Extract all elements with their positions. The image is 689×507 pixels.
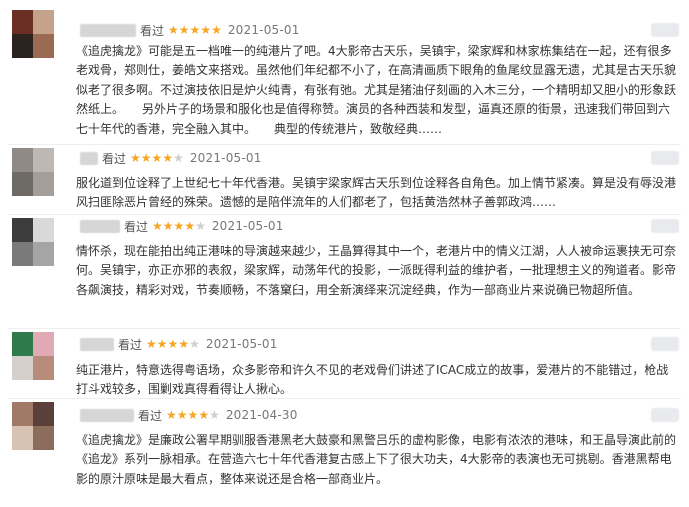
rated-label: 看过 — [102, 151, 127, 166]
star-rating: ★★★★★ — [152, 219, 206, 233]
star-empty-icon: ★ — [173, 151, 184, 165]
star-icon: ★ — [184, 219, 196, 233]
avatar-pixel — [12, 332, 33, 356]
avatar[interactable] — [12, 332, 54, 380]
avatar-pixel — [12, 34, 33, 58]
avatar-pixel — [12, 172, 33, 196]
star-icon: ★ — [162, 219, 174, 233]
username-blurred[interactable] — [80, 151, 98, 165]
star-icon: ★ — [151, 151, 163, 165]
username-blurred[interactable] — [80, 219, 120, 233]
star-icon: ★ — [189, 23, 201, 37]
star-rating: ★★★★★ — [146, 337, 200, 351]
divider — [8, 328, 681, 329]
review-date: 2021-05-01 — [211, 219, 284, 233]
review-meta: 看过 ★★★★★ 2021-04-30 — [80, 407, 298, 423]
divider — [8, 214, 681, 215]
star-icon: ★ — [166, 408, 177, 422]
review-date: 2021-05-01 — [189, 151, 262, 165]
username-blurred[interactable] — [80, 337, 114, 351]
star-icon: ★ — [146, 337, 157, 351]
avatar-pixel — [12, 10, 33, 34]
star-icon: ★ — [130, 151, 141, 165]
review-date: 2021-04-30 — [225, 408, 298, 422]
avatar-pixel — [33, 426, 54, 450]
avatar-pixel — [12, 148, 33, 172]
star-icon: ★ — [200, 23, 212, 37]
avatar-pixel — [33, 148, 54, 172]
review-text: 情怀杀，现在能拍出纯正港味的导演越来越少，王晶算得其中一个，老港片中的情义江湖，… — [76, 244, 677, 297]
rated-label: 看过 — [140, 23, 165, 38]
star-icon: ★ — [140, 151, 152, 165]
avatar-pixel — [33, 10, 54, 34]
avatar-pixel — [33, 402, 54, 426]
username-blurred[interactable] — [80, 408, 134, 422]
review-meta: 看过 ★★★★★ 2021-05-01 — [80, 336, 278, 352]
avatar-pixel — [33, 172, 54, 196]
avatar-pixel — [12, 218, 33, 242]
star-rating: ★★★★★ — [166, 408, 220, 422]
star-icon: ★ — [167, 337, 179, 351]
useful-badge-blurred[interactable] — [651, 23, 679, 37]
avatar-pixel — [33, 242, 54, 266]
avatar-pixel — [12, 356, 33, 380]
avatar[interactable] — [12, 218, 54, 266]
star-icon: ★ — [173, 219, 185, 233]
rated-label: 看过 — [138, 408, 163, 423]
useful-badge-blurred[interactable] — [651, 337, 679, 351]
review-date: 2021-05-01 — [205, 337, 278, 351]
star-empty-icon: ★ — [209, 408, 220, 422]
star-icon: ★ — [187, 408, 199, 422]
avatar[interactable] — [12, 10, 54, 58]
review-meta: 看过 ★★★★★ 2021-05-01 — [80, 22, 300, 38]
avatar-pixel — [33, 218, 54, 242]
divider — [8, 398, 681, 399]
star-empty-icon: ★ — [189, 337, 200, 351]
review-meta: 看过 ★★★★★ 2021-05-01 — [80, 218, 284, 234]
username-blurred[interactable] — [80, 23, 136, 37]
star-icon: ★ — [178, 337, 190, 351]
star-icon: ★ — [198, 408, 210, 422]
avatar-pixel — [12, 402, 33, 426]
useful-badge-blurred[interactable] — [651, 151, 679, 165]
star-empty-icon: ★ — [195, 219, 206, 233]
star-icon: ★ — [152, 219, 163, 233]
star-icon: ★ — [176, 408, 188, 422]
star-rating: ★★★★★ — [168, 23, 222, 37]
avatar[interactable] — [12, 402, 54, 450]
avatar-pixel — [12, 242, 33, 266]
avatar[interactable] — [12, 148, 54, 196]
star-icon: ★ — [162, 151, 174, 165]
review-text: 《追虎擒龙》是廉政公署早期驯服香港黑老大鼓豪和黑警吕乐的虚构影像，电影有浓浓的港… — [76, 433, 677, 486]
star-icon: ★ — [211, 23, 222, 37]
rated-label: 看过 — [118, 337, 143, 352]
review-text: 《追虎擒龙》可能是五一档唯一的纯港片了吧。4大影帝古天乐，吴镇宇，梁家辉和林家栋… — [76, 44, 677, 136]
divider — [8, 144, 681, 145]
avatar-pixel — [12, 426, 33, 450]
review-text: 纯正港片，特意选得粤语场，众多影帝和许久不见的老戏骨们讲述了ICAC成立的故事，… — [76, 363, 669, 397]
avatar-pixel — [33, 34, 54, 58]
star-rating: ★★★★★ — [130, 151, 184, 165]
star-icon: ★ — [156, 337, 168, 351]
useful-badge-blurred[interactable] — [651, 408, 679, 422]
useful-badge-blurred[interactable] — [651, 219, 679, 233]
star-icon: ★ — [178, 23, 190, 37]
avatar-pixel — [33, 356, 54, 380]
avatar-pixel — [33, 332, 54, 356]
review-date: 2021-05-01 — [227, 23, 300, 37]
review-meta: 看过 ★★★★★ 2021-05-01 — [80, 150, 262, 166]
review-text: 服化道到位诠释了上世纪七十年代香港。吴镇宇梁家辉古天乐到位诠释各自角色。加上情节… — [76, 176, 677, 210]
rated-label: 看过 — [124, 219, 149, 234]
star-icon: ★ — [168, 23, 179, 37]
